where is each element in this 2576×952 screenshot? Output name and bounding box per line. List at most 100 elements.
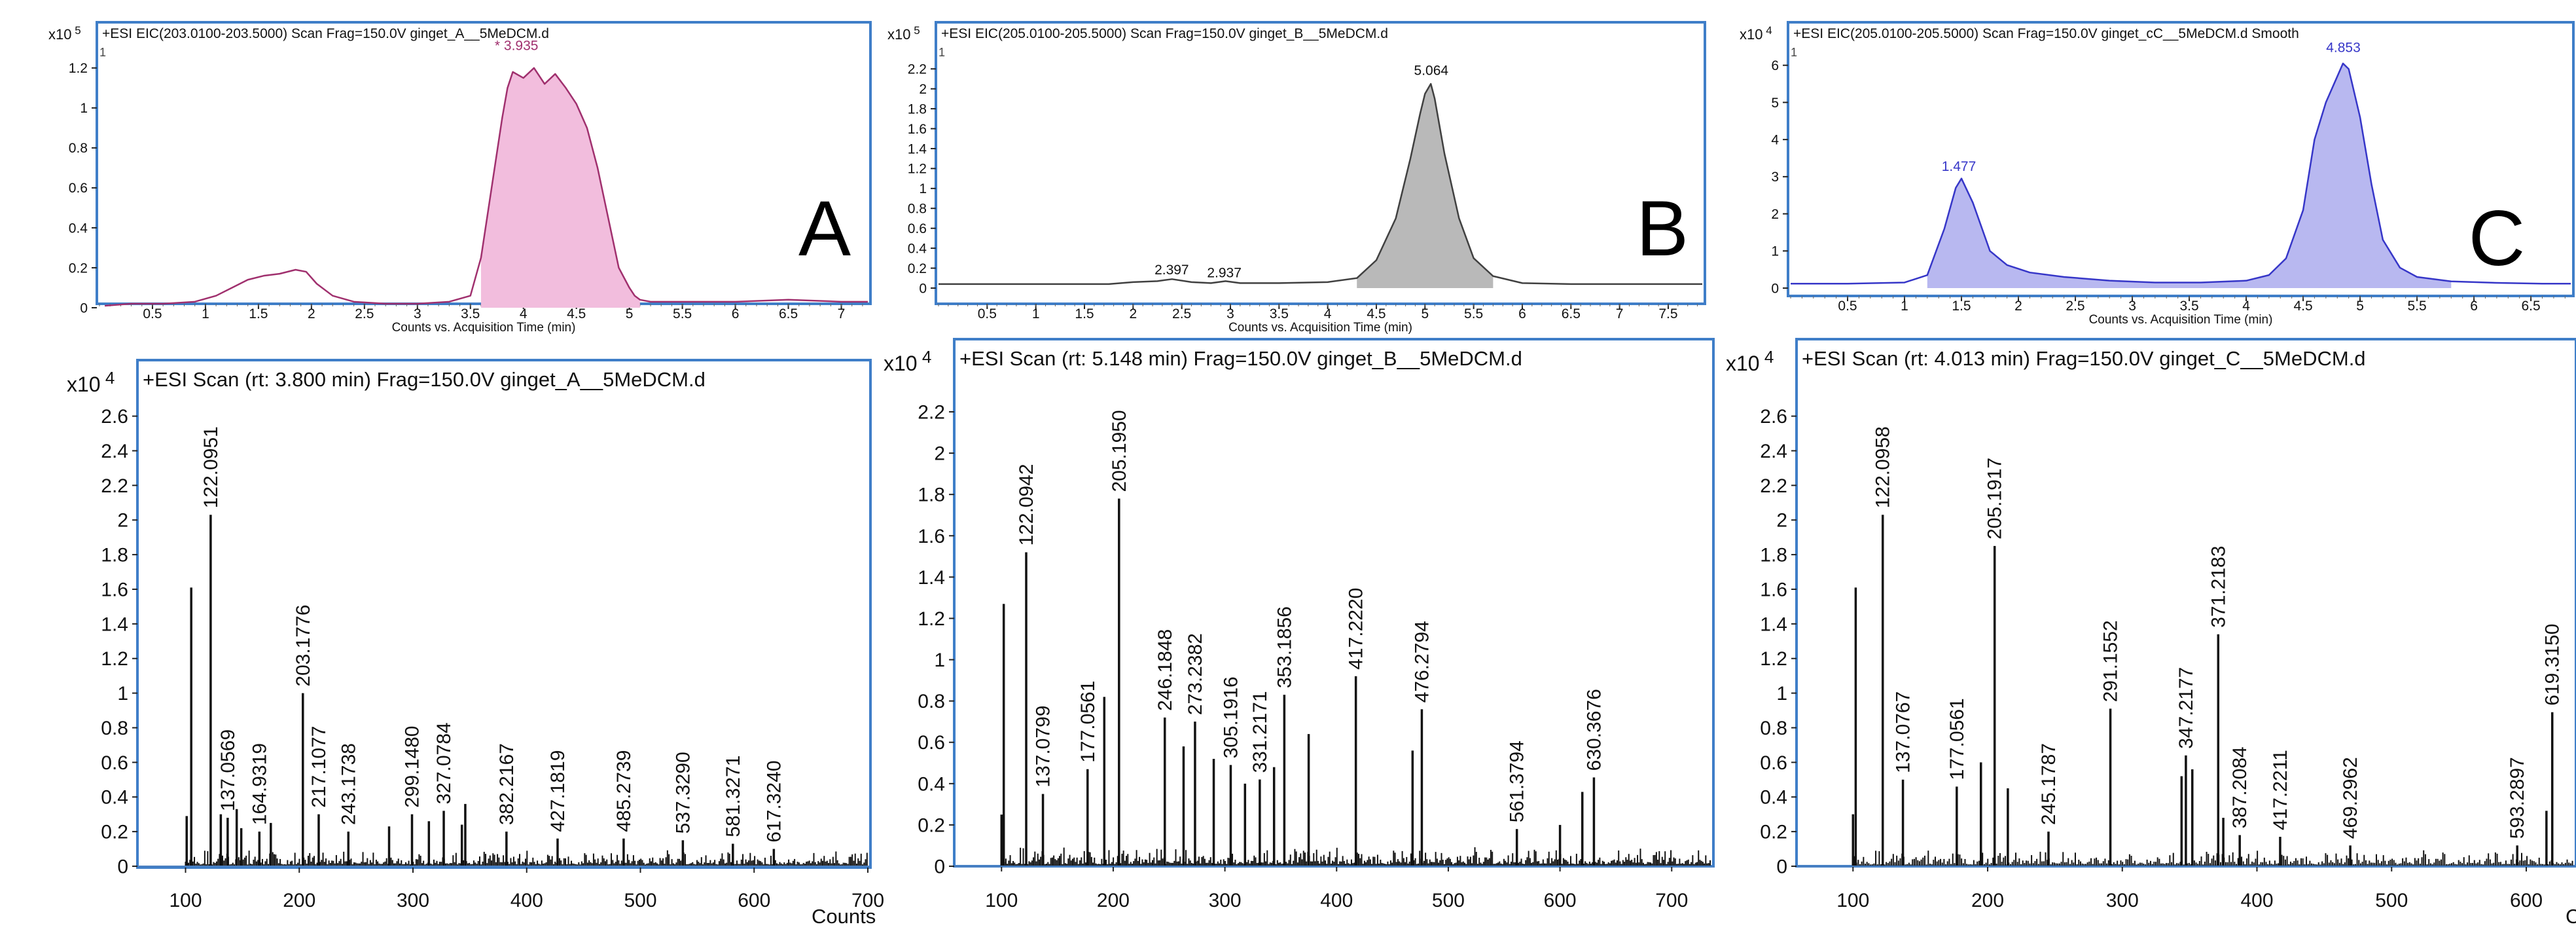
y-tick-label: 1.2 — [69, 61, 88, 76]
plot-frame — [935, 21, 1706, 305]
x-tick-label: 200 — [283, 890, 315, 911]
y-tick-label: 2.6 — [1760, 406, 1787, 428]
y-tick-label: 1.8 — [908, 101, 927, 117]
peak-mz-label: 581.3271 — [723, 755, 744, 837]
peak-mz-label: 561.3794 — [1507, 741, 1528, 822]
x-tick-label: 6.5 — [779, 306, 798, 321]
scan-header: +ESI Scan (rt: 3.800 min) Frag=150.0V gi… — [143, 368, 706, 391]
peak-mz-label: 327.0784 — [433, 722, 455, 804]
y-tick-label: 0.8 — [918, 691, 945, 712]
peak-mz-label: 122.0951 — [200, 426, 222, 508]
y-tick-label: 0.2 — [1760, 822, 1787, 843]
peak-mz-label: 137.0569 — [217, 729, 239, 811]
x-tick-label: 2 — [308, 306, 315, 321]
x-tick-label: 4.5 — [1367, 306, 1386, 321]
x-tick-label: 1 — [1901, 299, 1908, 314]
peak-mz-label: 273.2382 — [1185, 633, 1206, 715]
y-tick-label: 3 — [1771, 170, 1779, 185]
y-tick-label: 1.2 — [101, 648, 128, 670]
x-tick-label: 2 — [2014, 299, 2022, 314]
x-tick-label: 7 — [1616, 306, 1624, 321]
x-tick-label: 400 — [510, 890, 543, 911]
x-tick-label: 4 — [1324, 306, 1332, 321]
x-tick-label: 1 — [1032, 306, 1040, 321]
trace-number: 1 — [1791, 46, 1797, 59]
panel-C_eic: +ESI EIC(205.0100-205.5000) Scan Frag=15… — [1740, 21, 2575, 327]
x-tick-label: 5 — [2356, 299, 2364, 314]
panel-A_ms: +ESI Scan (rt: 3.800 min) Frag=150.0V gi… — [67, 359, 884, 928]
x-axis-label: Counts vs. Acquisition Time (min) — [1228, 321, 1412, 335]
x-tick-label: 300 — [2106, 890, 2139, 911]
scan-header: +ESI Scan (rt: 4.013 min) Frag=150.0V gi… — [1802, 347, 2366, 370]
y-tick-label: 2.4 — [101, 441, 128, 462]
scan-header: +ESI Scan (rt: 5.148 min) Frag=150.0V gi… — [959, 347, 1522, 370]
peak-mz-label: 291.1552 — [2100, 620, 2122, 702]
peak-label: * 3.935 — [495, 38, 539, 53]
y-tick-label: 1.8 — [101, 545, 128, 566]
peak-label: 2.397 — [1154, 263, 1189, 278]
trace-number: 1 — [99, 46, 106, 59]
y-tick-label: 0.2 — [918, 815, 945, 836]
y-multiplier: x10 5 — [887, 24, 920, 43]
peak-mz-label: 203.1776 — [293, 604, 314, 686]
x-tick-label: 1.5 — [1075, 306, 1094, 321]
x-tick-label: 400 — [2240, 890, 2273, 911]
panel-B_ms: +ESI Scan (rt: 5.148 min) Frag=150.0V gi… — [884, 338, 1715, 911]
scan-header: +ESI EIC(205.0100-205.5000) Scan Frag=15… — [1793, 26, 2299, 41]
x-tick-label: 100 — [169, 890, 202, 911]
x-tick-label: 2.5 — [355, 306, 374, 321]
peak-mz-label: 205.1917 — [1984, 458, 2006, 540]
x-tick-label: 500 — [1432, 890, 1465, 911]
peak-mz-label: 630.3676 — [1583, 689, 1605, 771]
x-tick-label: 5 — [1421, 306, 1429, 321]
scan-header: +ESI EIC(205.0100-205.5000) Scan Frag=15… — [941, 26, 1388, 41]
y-tick-label: 0.8 — [908, 202, 927, 217]
peak-mz-label: 485.2739 — [613, 750, 635, 832]
x-tick-label: 200 — [1097, 890, 1130, 911]
figure-canvas: +ESI EIC(203.0100-203.5000) Scan Frag=15… — [48, 21, 2576, 928]
y-tick-label: 2.2 — [908, 62, 927, 77]
x-tick-label: 6.5 — [2521, 299, 2540, 314]
peak-mz-label: 387.2084 — [2229, 746, 2251, 828]
y-tick-label: 2 — [919, 82, 927, 97]
x-tick-label: 3.5 — [2179, 299, 2198, 314]
peak-mz-label: 371.2183 — [2208, 546, 2229, 628]
y-tick-label: 0.6 — [918, 732, 945, 754]
peak-mz-label: 122.0942 — [1016, 464, 1037, 545]
peak-mz-label: 137.0767 — [1893, 691, 1914, 773]
x-tick-label: 100 — [1836, 890, 1869, 911]
y-tick-label: 2 — [934, 443, 945, 465]
y-tick-label: 1.6 — [918, 526, 945, 547]
y-tick-label: 2 — [117, 510, 128, 532]
panel-A_eic: +ESI EIC(203.0100-203.5000) Scan Frag=15… — [48, 21, 872, 335]
x-axis-label: Counts vs. Acquisition Time (min) — [392, 321, 576, 335]
x-tick-label: 3 — [2128, 299, 2136, 314]
x-tick-label: 700 — [1655, 890, 1688, 911]
x-tick-label: 200 — [1971, 890, 2004, 911]
peak-mz-label: 469.2962 — [2340, 757, 2361, 839]
y-tick-label: 1 — [117, 683, 128, 705]
y-tick-label: 2.6 — [101, 406, 128, 428]
peak-mz-label: 619.3150 — [2542, 624, 2564, 706]
plot-frame — [953, 338, 1715, 868]
y-tick-label: 2.2 — [101, 475, 128, 497]
x-tick-label: 4 — [520, 306, 528, 321]
y-tick-label: 0.4 — [1760, 787, 1787, 809]
y-tick-label: 4 — [1771, 132, 1779, 147]
panel-letter: A — [798, 185, 851, 272]
x-tick-label: 4.5 — [2293, 299, 2312, 314]
y-tick-label: 0.6 — [101, 752, 128, 774]
peak-mz-label: 245.1787 — [2038, 743, 2060, 825]
y-tick-label: 1.6 — [1760, 579, 1787, 600]
plot-frame — [1787, 21, 2575, 297]
y-tick-label: 1.4 — [908, 141, 927, 156]
y-tick-label: 0 — [1776, 856, 1787, 878]
y-multiplier: x10 5 — [48, 24, 81, 43]
y-tick-label: 6 — [1771, 58, 1779, 73]
x-tick-label: 6 — [1518, 306, 1526, 321]
y-tick-label: 1 — [934, 650, 945, 671]
y-tick-label: 1.8 — [1760, 545, 1787, 566]
y-tick-label: 0.6 — [908, 221, 927, 236]
x-tick-label: 6.5 — [1562, 306, 1581, 321]
peak-mz-label: 177.0561 — [1077, 681, 1099, 763]
